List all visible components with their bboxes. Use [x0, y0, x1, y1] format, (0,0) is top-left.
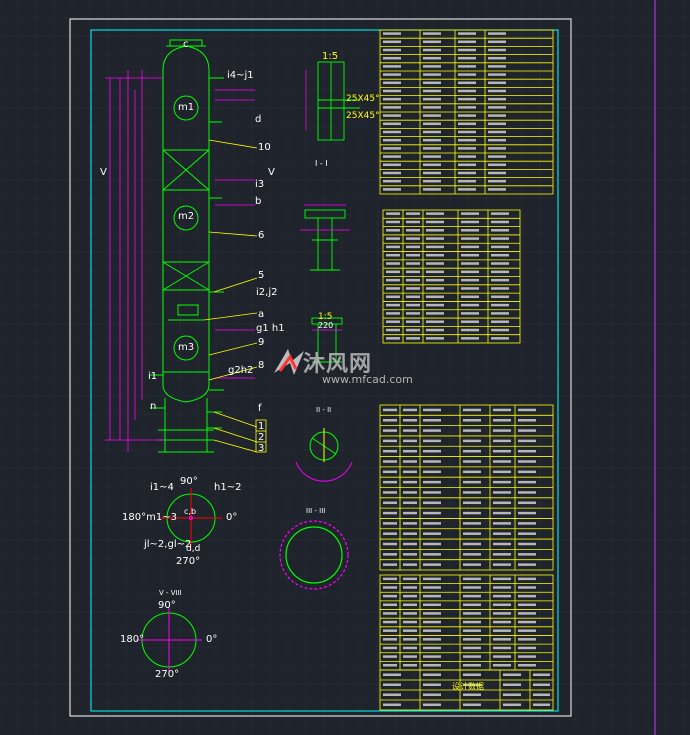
label-plan-h1-2: h1~2: [214, 482, 242, 493]
label-item-10: 10: [258, 142, 271, 153]
label-plan-180: 180°m1~3: [122, 512, 177, 523]
label-plan-dd: d,d: [186, 544, 201, 554]
section-iii-view: [279, 520, 349, 590]
label-nozzle-b: b: [255, 196, 262, 207]
label-detail-scale-1: 1:5: [322, 51, 339, 62]
label-manhole-m1: m1: [178, 102, 195, 113]
support-orientation-plan: [136, 607, 202, 673]
label-nozzle-g1h1: g1 h1: [256, 323, 285, 334]
label-nozzle-i3: i3: [255, 179, 265, 190]
label-section-iii-title: III - III: [306, 507, 326, 515]
label-nozzle-g2h2: g2h2: [228, 365, 254, 376]
label-nozzle-i4-j1: i4~j1: [227, 70, 254, 81]
label-plan-cb: c,b: [184, 507, 197, 516]
label-shell-c: c: [183, 39, 189, 50]
label-plan-0: 0°: [226, 512, 238, 523]
label-detail-chamfer-2: 25X45°: [346, 111, 380, 121]
label-manhole-m3: m3: [178, 342, 195, 353]
title-block-label: 设计数据: [452, 682, 484, 691]
label-plan2-0: 0°: [206, 634, 218, 645]
label-item-6: 6: [258, 230, 265, 241]
label-plan-i1-4: i1~4: [150, 482, 174, 493]
label-plan2-180: 180°: [120, 634, 145, 645]
label-plan2-270: 270°: [155, 669, 180, 680]
label-detail-chamfer-1: 25X45°: [346, 94, 380, 104]
label-item-5: 5: [258, 270, 265, 281]
label-section-v-left: V: [100, 167, 107, 178]
label-nozzle-n: n: [150, 401, 157, 412]
label-item-2: 2: [258, 432, 265, 443]
label-item-3: 3: [258, 443, 265, 454]
label-plan2-title: V - VIII: [159, 589, 182, 597]
label-section-ii-title: II - II: [316, 406, 332, 414]
label-item-9: 9: [258, 337, 265, 348]
table-text: [383, 32, 550, 706]
label-nozzle-i2-j2: i2,j2: [256, 287, 278, 298]
label-plan-270: 270°: [176, 556, 201, 567]
label-nozzle-d: d: [255, 114, 262, 125]
label-nozzle-a: a: [258, 309, 265, 320]
label-nozzle-f: f: [258, 403, 262, 414]
detail-drawings: [304, 61, 360, 363]
label-item-1: 1: [258, 421, 265, 432]
label-item-8: 8: [258, 360, 265, 371]
label-plan2-90: 90°: [158, 600, 176, 611]
label-section-v-right: V: [268, 167, 275, 178]
label-manhole-m2: m2: [178, 211, 195, 222]
watermark-url: www.mfcad.com: [322, 373, 413, 386]
label-nozzle-i1: i1: [148, 371, 158, 382]
label-plan-90: 90°: [180, 476, 198, 487]
label-detail-220: 220: [318, 321, 334, 330]
label-detail-ii: I - I: [315, 159, 328, 168]
detail-dimensions: [300, 70, 350, 331]
label-plan-jl: jl~2,gl~2: [144, 539, 192, 550]
